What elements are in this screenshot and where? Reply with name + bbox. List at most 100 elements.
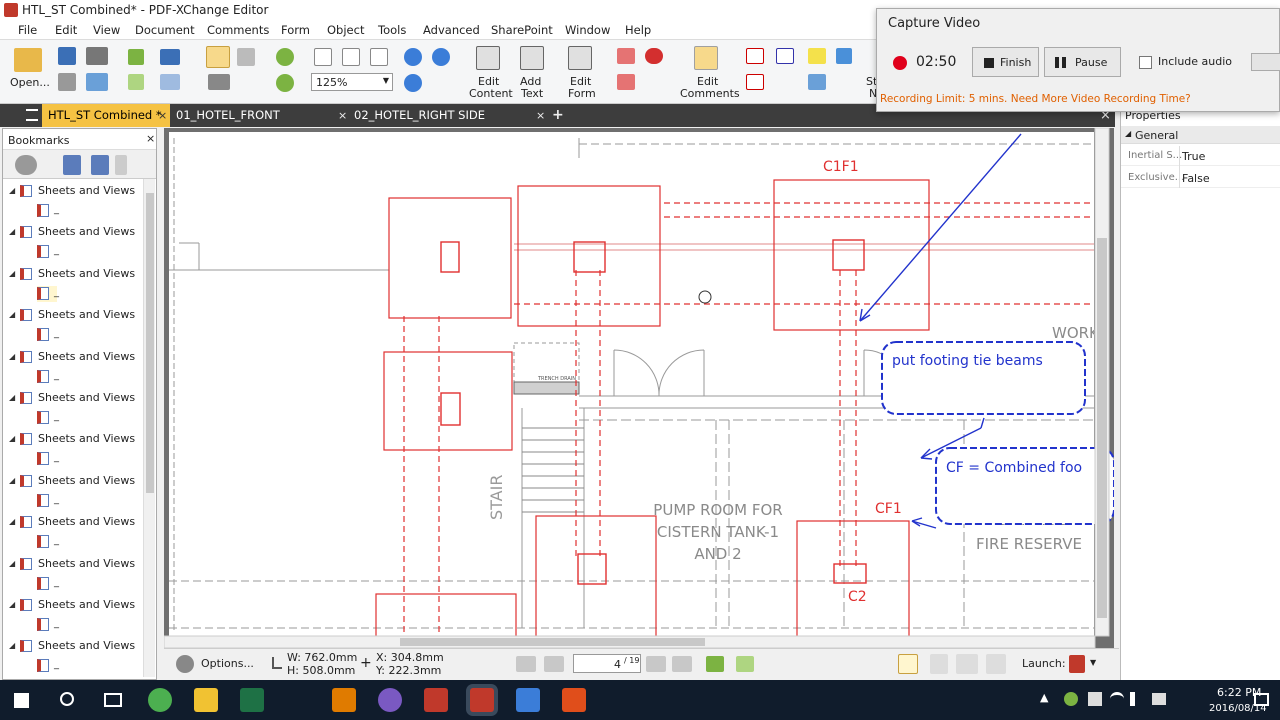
bookmark-child-item[interactable]: _ [37,203,59,219]
app-circle-icon[interactable] [378,688,402,712]
continuous-facing-icon[interactable] [986,654,1006,674]
open-folder-icon[interactable] [14,48,42,72]
bookmark-child-item[interactable]: _ [37,617,59,633]
bookmark-item[interactable]: ◢ Sheets and Views [3,638,143,654]
bookmark-item[interactable]: ◢ Sheets and Views [3,431,143,447]
app-camera-icon[interactable] [562,688,586,712]
expand-triangle-icon[interactable]: ◢ [9,390,15,406]
bookmark-child-item[interactable]: _ [37,369,59,385]
pause-button[interactable]: Pause [1044,47,1121,77]
page-number-input[interactable]: 4 / 19 [573,654,641,673]
zoom-in-icon[interactable] [404,48,422,66]
bookmark-child-item[interactable]: _ [37,285,59,302]
expand-triangle-icon[interactable]: ◢ [9,597,15,613]
first-page-icon[interactable] [516,656,536,672]
tab-menu-icon[interactable] [26,109,38,121]
bookmark-item[interactable]: ◢ Sheets and Views [3,597,143,613]
edit-content-label-2[interactable]: Content [469,88,513,100]
properties-section-general[interactable]: ◢ General [1121,126,1280,144]
scrollbar-thumb[interactable] [146,193,154,493]
notifications-icon[interactable] [1254,693,1269,706]
volume-icon[interactable] [1130,692,1144,706]
menu-form[interactable]: Form [281,23,310,37]
property-row-inertial[interactable]: Inertial S... True [1121,146,1280,166]
expand-triangle-icon[interactable]: ◢ [9,224,15,240]
bookmark-item[interactable]: ◢ Sheets and Views [3,390,143,406]
chrome-icon[interactable] [148,688,172,712]
menu-file[interactable]: File [18,23,37,37]
print-icon[interactable] [86,47,108,65]
pdf-xchange-icon[interactable] [470,688,494,712]
expand-triangle-icon[interactable]: ◢ [9,431,15,447]
fit-page-icon[interactable] [342,48,360,66]
ime-icon[interactable] [1088,692,1102,706]
tab-front-elevation[interactable]: 01_HOTEL_FRONT ELEVATION [170,104,340,145]
highlight-text-icon[interactable] [808,48,826,64]
facing-pages-icon[interactable] [956,654,978,674]
close-tab-icon[interactable]: × [338,104,347,127]
tray-app-icon[interactable] [1064,692,1078,706]
bookmark-item[interactable]: ◢ Sheets and Views [3,473,143,489]
document-view[interactable]: C1F1 CF1 C2 WORK TRENCH DRAIN STAIR PUMP… [164,128,1114,648]
acrobat-icon[interactable] [1069,655,1085,673]
menu-edit[interactable]: Edit [55,23,77,37]
rotate-ccw-icon[interactable] [276,74,294,92]
file-explorer-icon[interactable] [194,688,218,712]
finish-button[interactable]: Finish [972,47,1039,77]
bookmark-child-item[interactable]: _ [37,493,59,509]
menu-comments[interactable]: Comments [207,23,269,37]
property-row-exclusive[interactable]: Exclusive... False [1121,168,1280,188]
keyboard-icon[interactable] [1152,693,1166,705]
back-view-icon[interactable] [706,656,724,672]
app-star-icon[interactable] [332,688,356,712]
close-panel-icon[interactable]: × [146,132,155,145]
expand-triangle-icon[interactable]: ◢ [9,307,15,323]
bookmark-item[interactable]: ◢ Sheets and Views [3,556,143,572]
network-icon[interactable] [1110,692,1124,706]
text-box-icon[interactable] [746,48,764,64]
expand-triangle-icon[interactable]: ◢ [9,514,15,530]
bookmark-options-icon[interactable] [115,155,127,175]
expand-triangle-icon[interactable]: ◢ [9,349,15,365]
menu-tools[interactable]: Tools [378,23,406,37]
bookmark-child-item[interactable]: _ [37,576,59,592]
select-text-icon[interactable] [237,48,255,66]
fit-width-icon[interactable] [370,48,388,66]
task-view-icon[interactable] [104,693,122,707]
back-arrow-icon[interactable] [128,49,144,65]
horizontal-scrollbar-thumb[interactable] [400,638,705,646]
zoom-plus-icon[interactable] [404,74,422,92]
bookmark-child-item[interactable]: _ [37,534,59,550]
bookmark-item[interactable]: ◢ Sheets and Views [3,514,143,530]
menu-view[interactable]: View [93,23,120,37]
edit-content-icon[interactable] [476,46,500,70]
callout-combined-footing[interactable]: CF = Combined foo [935,447,1114,525]
last-page-icon[interactable] [672,656,692,672]
app-document-icon[interactable] [516,688,540,712]
open-button-label[interactable]: Open... [10,77,50,89]
search-icon[interactable] [60,692,74,706]
recording-limit-link[interactable]: Recording Limit: 5 mins. Need More Video… [880,93,1191,105]
acrobat-icon[interactable] [424,688,448,712]
line-tool-icon[interactable] [617,48,635,64]
redo-icon[interactable] [160,74,180,90]
gear-icon[interactable] [176,655,194,673]
rotate-cw-icon[interactable] [276,48,294,66]
edit-comments-label-2[interactable]: Comments [680,88,740,100]
scan-icon[interactable] [58,73,76,91]
drawing-canvas[interactable]: C1F1 CF1 C2 WORK TRENCH DRAIN STAIR PUMP… [164,128,1114,648]
single-page-icon[interactable] [898,654,918,674]
excel-icon[interactable] [240,688,264,712]
actual-size-icon[interactable] [314,48,332,66]
menu-advanced[interactable]: Advanced [423,23,480,37]
menu-document[interactable]: Document [135,23,195,37]
tray-chevron-up-icon[interactable]: ▲ [1040,691,1048,704]
close-tab-icon[interactable]: × [158,104,167,127]
polygon-tool-icon[interactable] [617,74,635,90]
callout-tie-beams[interactable]: put footing tie beams [881,341,1086,415]
menu-window[interactable]: Window [565,23,610,37]
new-tab-icon[interactable]: + [552,104,564,127]
tab-htl-st-combined[interactable]: HTL_ST Combined * [42,104,170,127]
edit-form-label-2[interactable]: Form [568,88,596,100]
zoom-out-icon[interactable] [432,48,450,66]
